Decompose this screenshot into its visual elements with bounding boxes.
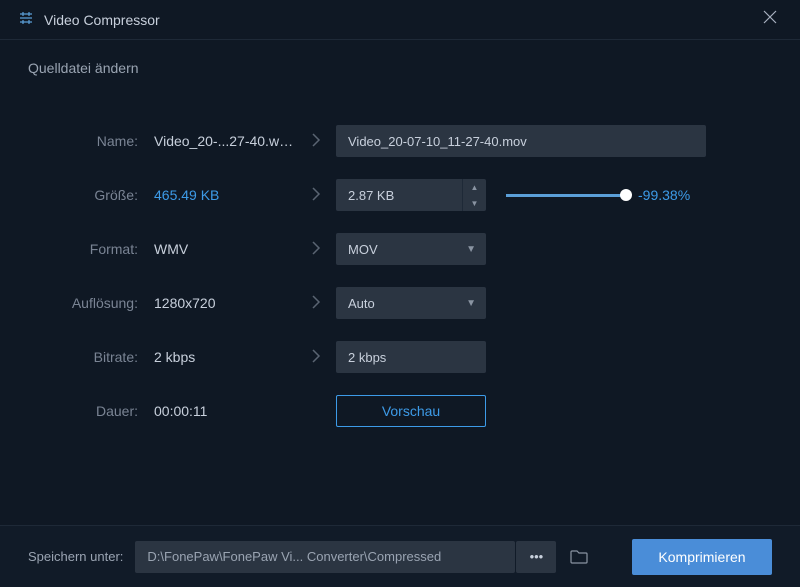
- save-path-field[interactable]: D:\FonePaw\FonePaw Vi... Converter\Compr…: [135, 541, 515, 573]
- label-size: Größe:: [48, 187, 146, 203]
- target-bitrate-field[interactable]: 2 kbps: [336, 341, 486, 373]
- preview-button[interactable]: Vorschau: [336, 395, 486, 427]
- subheader: Quelldatei ändern: [0, 40, 800, 84]
- open-folder-button[interactable]: [564, 541, 594, 573]
- target-size-value: 2.87 KB: [348, 188, 394, 203]
- spinner-up[interactable]: ▲: [463, 179, 486, 195]
- row-size: Größe: 465.49 KB 2.87 KB ▲ ▼ -99.38%: [48, 168, 752, 222]
- label-duration: Dauer:: [48, 403, 146, 419]
- main-panel: Name: Video_20-...27-40.wmv Größe: 465.4…: [0, 84, 800, 458]
- chevron-down-icon: ▼: [466, 298, 476, 309]
- target-size-field[interactable]: 2.87 KB ▲ ▼: [336, 179, 486, 211]
- app-title: Video Compressor: [44, 12, 160, 28]
- size-spinner: ▲ ▼: [462, 179, 486, 211]
- browse-button[interactable]: •••: [516, 541, 556, 573]
- row-format: Format: WMV MOV ▼: [48, 222, 752, 276]
- row-bitrate: Bitrate: 2 kbps 2 kbps: [48, 330, 752, 384]
- source-resolution: 1280x720: [146, 295, 296, 311]
- source-format: WMV: [146, 241, 296, 257]
- source-bitrate: 2 kbps: [146, 349, 296, 365]
- compress-button[interactable]: Komprimieren: [632, 539, 772, 575]
- arrow-icon: [296, 187, 336, 204]
- chevron-down-icon: ▼: [466, 244, 476, 255]
- arrow-icon: [296, 349, 336, 366]
- size-slider-wrap: -99.38%: [506, 187, 752, 203]
- source-name: Video_20-...27-40.wmv: [146, 133, 296, 149]
- target-name-field[interactable]: [336, 125, 706, 157]
- row-duration: Dauer: 00:00:11 Vorschau: [48, 384, 752, 438]
- titlebar: Video Compressor: [0, 0, 800, 40]
- source-duration: 00:00:11: [146, 403, 296, 419]
- target-format-select[interactable]: MOV ▼: [336, 233, 486, 265]
- size-slider[interactable]: [506, 194, 626, 197]
- row-name: Name: Video_20-...27-40.wmv: [48, 114, 752, 168]
- size-reduction-pct: -99.38%: [638, 187, 690, 203]
- target-resolution-select[interactable]: Auto ▼: [336, 287, 486, 319]
- app-icon: [18, 10, 34, 29]
- label-format: Format:: [48, 241, 146, 257]
- row-resolution: Auflösung: 1280x720 Auto ▼: [48, 276, 752, 330]
- close-button[interactable]: [758, 4, 782, 35]
- target-bitrate-value: 2 kbps: [348, 350, 386, 365]
- label-name: Name:: [48, 133, 146, 149]
- label-resolution: Auflösung:: [48, 295, 146, 311]
- target-format-value: MOV: [348, 242, 378, 257]
- arrow-icon: [296, 241, 336, 258]
- arrow-icon: [296, 295, 336, 312]
- source-size: 465.49 KB: [146, 187, 296, 203]
- label-bitrate: Bitrate:: [48, 349, 146, 365]
- target-resolution-value: Auto: [348, 296, 375, 311]
- save-under-label: Speichern unter:: [28, 549, 123, 564]
- slider-thumb[interactable]: [620, 189, 632, 201]
- footer: Speichern unter: D:\FonePaw\FonePaw Vi..…: [0, 525, 800, 587]
- spinner-down[interactable]: ▼: [463, 195, 486, 211]
- target-name-input[interactable]: [348, 134, 694, 149]
- arrow-icon: [296, 133, 336, 150]
